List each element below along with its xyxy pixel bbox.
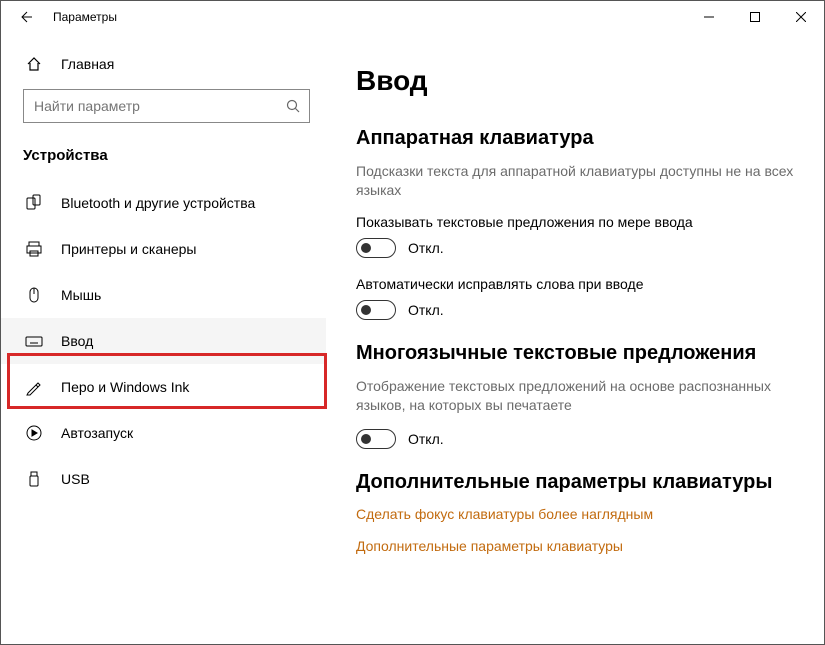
hardware-keyboard-desc: Подсказки текста для аппаратной клавиату… xyxy=(356,162,794,200)
sidebar-item-pen[interactable]: Перо и Windows Ink xyxy=(1,364,326,410)
advanced-keyboard-heading: Дополнительные параметры клавиатуры xyxy=(356,471,794,494)
window-controls xyxy=(686,1,824,33)
sidebar: Главная Устройства Bluetooth и другие ус… xyxy=(1,33,326,644)
home-nav[interactable]: Главная xyxy=(1,45,326,85)
show-suggestions-label: Показывать текстовые предложения по мере… xyxy=(356,214,794,230)
hardware-keyboard-heading: Аппаратная клавиатура xyxy=(356,127,794,150)
autocorrect-toggle-row: Откл. xyxy=(356,300,794,320)
sidebar-item-label: Перо и Windows Ink xyxy=(61,379,189,395)
search-box xyxy=(23,89,310,123)
multilingual-toggle-row: Откл. xyxy=(356,429,794,449)
toggle-knob xyxy=(361,243,371,253)
toggle-knob xyxy=(361,305,371,315)
sidebar-item-label: USB xyxy=(61,471,90,487)
maximize-icon xyxy=(750,12,760,22)
minimize-button[interactable] xyxy=(686,1,732,33)
multilingual-toggle[interactable] xyxy=(356,429,396,449)
sidebar-item-label: Bluetooth и другие устройства xyxy=(61,195,255,211)
multilingual-heading: Многоязычные текстовые предложения xyxy=(356,342,794,365)
sidebar-item-label: Мышь xyxy=(61,287,101,303)
toggle-state-label: Откл. xyxy=(408,431,444,447)
minimize-icon xyxy=(704,12,714,22)
search-icon xyxy=(286,99,300,113)
toggle-state-label: Откл. xyxy=(408,240,444,256)
page-title: Ввод xyxy=(356,65,794,97)
toggle-state-label: Откл. xyxy=(408,302,444,318)
close-button[interactable] xyxy=(778,1,824,33)
show-suggestions-toggle-row: Откл. xyxy=(356,238,794,258)
sidebar-item-typing[interactable]: Ввод xyxy=(1,318,326,364)
window-title: Параметры xyxy=(53,10,686,24)
sidebar-item-printers[interactable]: Принтеры и сканеры xyxy=(1,226,326,272)
mouse-icon xyxy=(25,286,43,304)
autocorrect-toggle[interactable] xyxy=(356,300,396,320)
back-button[interactable] xyxy=(9,1,41,33)
home-icon xyxy=(25,55,43,73)
toggle-knob xyxy=(361,434,371,444)
content-area: Главная Устройства Bluetooth и другие ус… xyxy=(1,33,824,644)
autocorrect-label: Автоматически исправлять слова при вводе xyxy=(356,276,794,292)
close-icon xyxy=(796,12,806,22)
pen-icon xyxy=(25,378,43,396)
maximize-button[interactable] xyxy=(732,1,778,33)
home-label: Главная xyxy=(61,56,114,72)
sidebar-item-label: Принтеры и сканеры xyxy=(61,241,196,257)
autoplay-icon xyxy=(25,424,43,442)
arrow-left-icon xyxy=(17,9,33,25)
sidebar-item-usb[interactable]: USB xyxy=(1,456,326,502)
bluetooth-devices-icon xyxy=(25,194,43,212)
multilingual-desc: Отображение текстовых предложений на осн… xyxy=(356,377,794,415)
category-heading: Устройства xyxy=(1,141,326,180)
search-input[interactable] xyxy=(23,89,310,123)
usb-icon xyxy=(25,470,43,488)
sidebar-item-bluetooth[interactable]: Bluetooth и другие устройства xyxy=(1,180,326,226)
show-suggestions-toggle[interactable] xyxy=(356,238,396,258)
advanced-keyboard-link[interactable]: Дополнительные параметры клавиатуры xyxy=(356,538,794,554)
printer-icon xyxy=(25,240,43,258)
titlebar: Параметры xyxy=(1,1,824,33)
sidebar-item-autoplay[interactable]: Автозапуск xyxy=(1,410,326,456)
keyboard-icon xyxy=(25,332,43,350)
main-panel: Ввод Аппаратная клавиатура Подсказки тек… xyxy=(326,33,824,644)
sidebar-item-label: Автозапуск xyxy=(61,425,133,441)
sidebar-item-label: Ввод xyxy=(61,333,93,349)
focus-visibility-link[interactable]: Сделать фокус клавиатуры более наглядным xyxy=(356,506,794,522)
sidebar-item-mouse[interactable]: Мышь xyxy=(1,272,326,318)
